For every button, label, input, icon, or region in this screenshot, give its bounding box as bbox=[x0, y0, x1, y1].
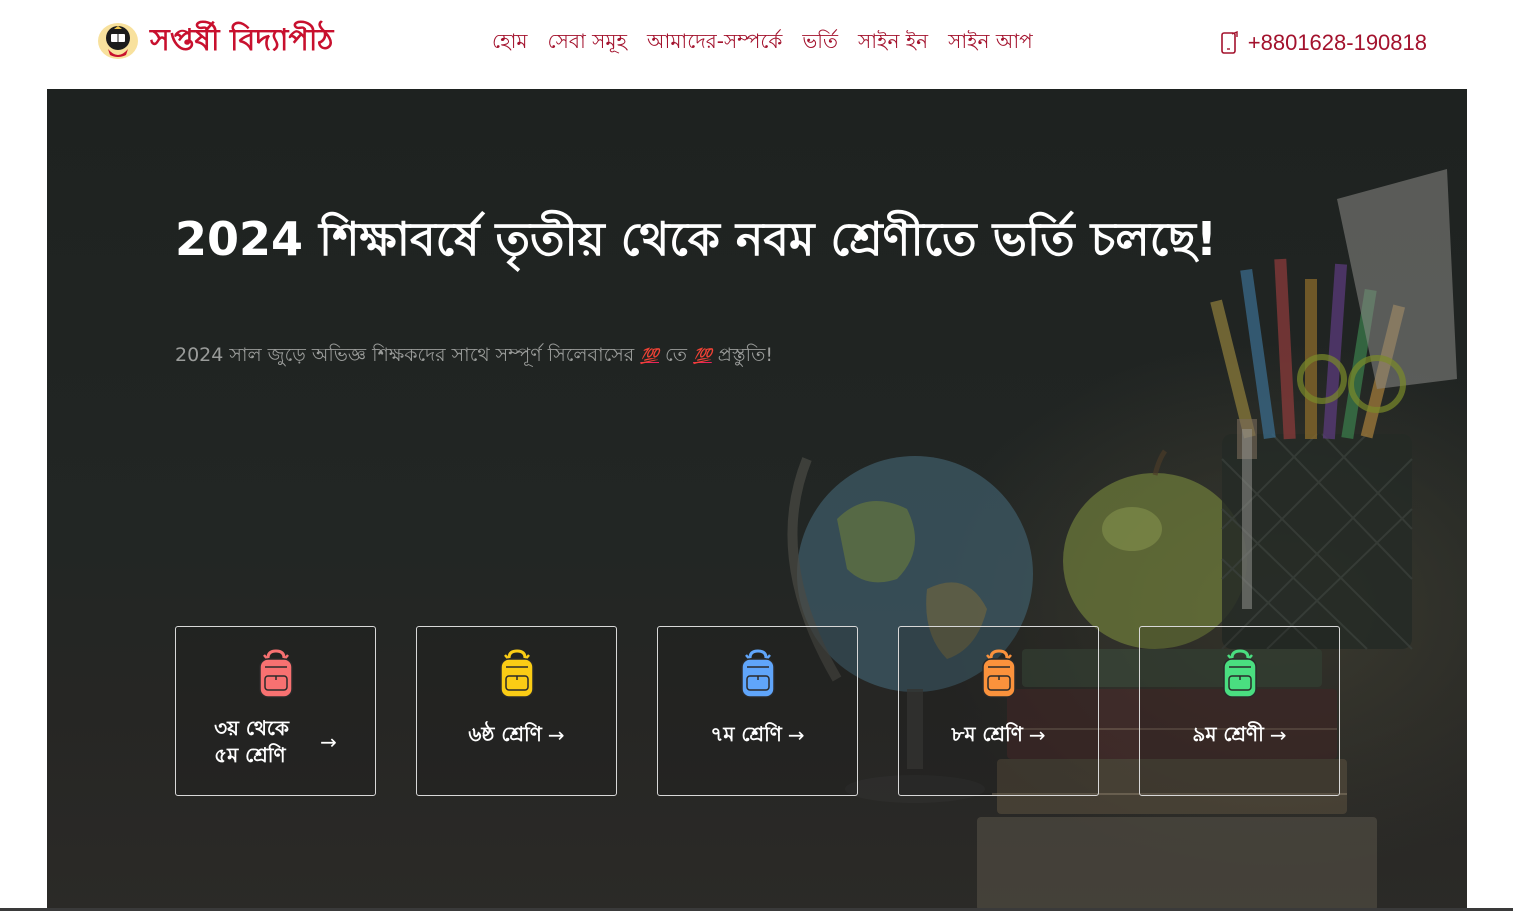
nav-item-about[interactable]: আমাদের-সম্পর্কে bbox=[647, 27, 782, 60]
nav-item-sign-up[interactable]: সাইন আপ bbox=[948, 27, 1033, 60]
arrow-right-icon: → bbox=[787, 722, 805, 747]
nav-item-home[interactable]: হোম bbox=[492, 27, 528, 60]
nav-item-admission[interactable]: ভর্তি bbox=[802, 27, 838, 60]
class-card-label: ৬ষ্ঠ শ্রেণি bbox=[468, 722, 542, 746]
class-card-label: ৭ম শ্রেণি bbox=[710, 722, 782, 746]
site-header: সপ্তর্ষী বিদ্যাপীঠ হোম সেবা সমূহ আমাদের-… bbox=[0, 0, 1513, 88]
arrow-right-icon: → bbox=[547, 722, 565, 747]
phone-number: +8801628-190818 bbox=[1247, 30, 1427, 55]
class-cards: ৩য় থেকে ৫ম শ্রেণি → ৬ষ্ঠ শ্রেণি → ৭ম শ্… bbox=[175, 626, 1340, 796]
subtitle-text-middle: তে bbox=[665, 344, 688, 366]
backpack-icon bbox=[981, 649, 1016, 698]
phone-link[interactable]: +8801628-190818 bbox=[1218, 28, 1427, 58]
class-card-3-to-5[interactable]: ৩য় থেকে ৫ম শ্রেণি → bbox=[175, 626, 376, 796]
hero-subtitle: 2024 সাল জুড়ে অভিজ্ঞ শিক্ষকদের সাথে সম্… bbox=[175, 342, 935, 369]
hero-banner: 2024 শিক্ষাবর্ষে তৃতীয় থেকে নবম শ্রেণীত… bbox=[47, 89, 1467, 911]
site-logo[interactable]: সপ্তর্ষী বিদ্যাপীঠ bbox=[96, 20, 333, 62]
main-nav: হোম সেবা সমূহ আমাদের-সম্পর্কে ভর্তি সাইন… bbox=[492, 28, 1033, 58]
arrow-right-icon: → bbox=[1269, 722, 1287, 747]
subtitle-text-start: 2024 সাল জুড়ে অভিজ্ঞ শিক্ষকদের সাথে সম্… bbox=[175, 344, 635, 366]
hero-title: 2024 শিক্ষাবর্ষে তৃতীয় থেকে নবম শ্রেণীত… bbox=[175, 212, 1218, 266]
class-card-label: ৩য় থেকে ৫ম শ্রেণি bbox=[214, 716, 289, 767]
nav-item-sign-in[interactable]: সাইন ইন bbox=[858, 27, 928, 60]
logo-text: সপ্তর্ষী বিদ্যাপীঠ bbox=[150, 22, 334, 58]
arrow-right-icon: → bbox=[320, 730, 337, 754]
class-card-9[interactable]: ৯ম শ্রেণী → bbox=[1139, 626, 1340, 796]
backpack-icon bbox=[1222, 649, 1257, 698]
hundred-points-icon-2: 💯 bbox=[693, 347, 712, 365]
nav-item-services[interactable]: সেবা সমূহ bbox=[548, 27, 627, 60]
class-card-label: ৯ম শ্রেণী bbox=[1192, 722, 1264, 746]
subtitle-text-end: প্রস্তুতি! bbox=[717, 344, 773, 366]
class-card-8[interactable]: ৮ম শ্রেণি → bbox=[898, 626, 1099, 796]
backpack-icon bbox=[258, 649, 293, 698]
school-emblem-icon bbox=[98, 23, 138, 59]
class-card-6[interactable]: ৬ষ্ঠ শ্রেণি → bbox=[416, 626, 617, 796]
backpack-icon bbox=[499, 649, 534, 698]
arrow-right-icon: → bbox=[1028, 722, 1046, 747]
class-card-label: ৮ম শ্রেণি bbox=[951, 722, 1023, 746]
hundred-points-icon: 💯 bbox=[640, 347, 659, 365]
class-card-7[interactable]: ৭ম শ্রেণি → bbox=[657, 626, 858, 796]
backpack-icon bbox=[740, 649, 775, 698]
phone-icon bbox=[1220, 31, 1238, 54]
